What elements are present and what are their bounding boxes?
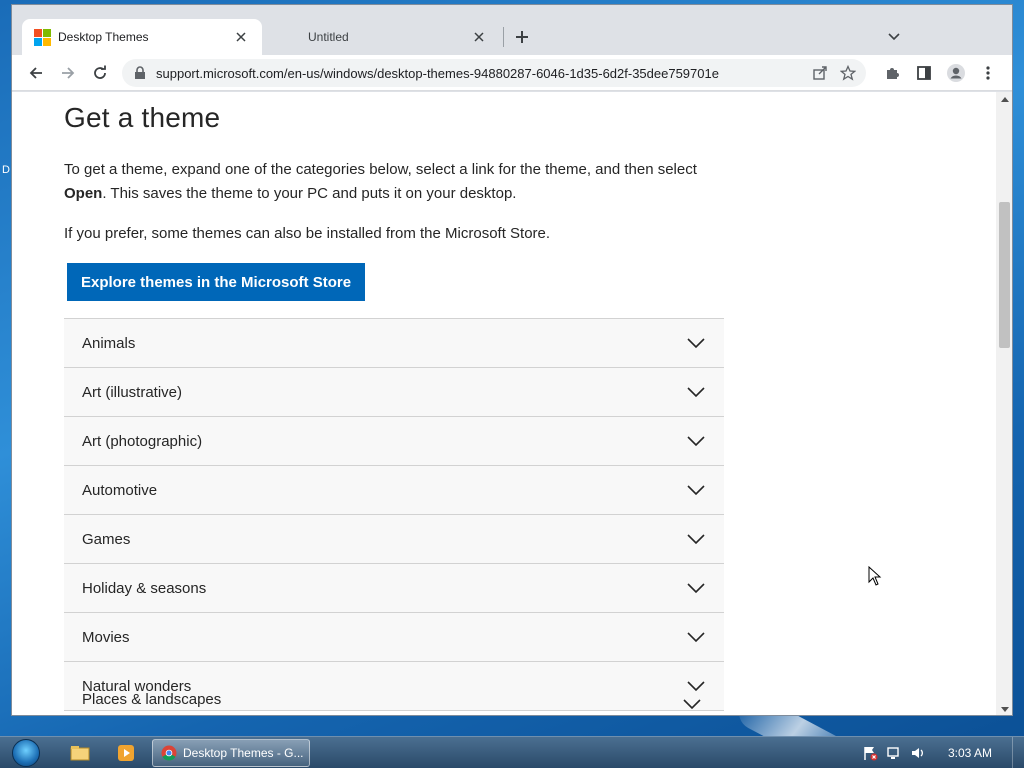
category-label: Animals [82,334,136,352]
mouse-cursor-icon [868,566,882,586]
category-label: Art (photographic) [82,432,203,450]
category-label: Art (illustrative) [82,383,183,401]
extensions-button[interactable] [878,59,906,87]
category-label-overlap[interactable]: Places & landscapes [82,691,221,708]
triangle-up-icon [1000,96,1009,102]
page-viewport: Get a theme To get a theme, expand one o… [12,92,996,715]
chevron-down-icon [687,436,705,447]
volume-icon[interactable] [910,745,926,761]
plus-icon [516,31,528,43]
tab-close-button[interactable] [470,28,488,46]
intro-bold-open: Open [64,185,103,202]
network-icon[interactable] [886,745,902,761]
share-button[interactable] [806,59,834,87]
category-row[interactable]: Automotive [64,466,724,515]
back-button[interactable] [22,59,50,87]
reload-icon [94,65,106,79]
bookmark-button[interactable] [834,59,862,87]
theme-categories: Animals Art (illustrative) Art (photograph… [64,318,724,711]
close-icon [236,32,246,42]
side-panel-button[interactable] [910,59,938,87]
category-row[interactable]: Animals [64,319,724,368]
scroll-down-button[interactable] [996,702,1012,715]
category-label: Automotive [82,481,158,499]
close-icon [474,32,484,42]
media-player-pinned-button[interactable] [106,740,146,766]
menu-button[interactable] [974,59,1002,87]
page-scrollbar[interactable] [996,92,1012,715]
intro-text: To get a theme, expand one of the catego… [64,161,697,178]
windows-orb-icon [12,739,40,767]
browser-toolbar: support.microsoft.com/en-us/windows/desk… [12,55,1012,91]
task-title: Desktop Themes - G... [183,746,304,760]
address-bar[interactable]: support.microsoft.com/en-us/windows/desk… [122,59,866,87]
kebab-menu-icon [986,66,990,80]
category-row[interactable]: Art (illustrative) [64,368,724,417]
start-button[interactable] [6,737,46,768]
tab-untitled[interactable]: Untitled [270,19,500,55]
reload-button[interactable] [86,59,114,87]
tab-close-button[interactable] [232,28,250,46]
avatar-icon [947,64,965,82]
profile-button[interactable] [942,59,970,87]
tab-strip: Desktop Themes Untitled [12,5,1012,55]
triangle-down-icon [1000,706,1009,712]
taskbar: Desktop Themes - G... 3:03 AM [0,736,1024,768]
category-label: Holiday & seasons [82,579,207,597]
category-label: Games [82,530,131,548]
tab-title: Desktop Themes [58,30,149,44]
desktop-icon-label-fragment: D [2,164,10,176]
category-row[interactable]: Games [64,515,724,564]
lock-icon [134,66,148,80]
scrollbar-thumb[interactable] [999,202,1010,348]
category-row[interactable]: Art (photographic) [64,417,724,466]
side-panel-icon [917,66,931,80]
category-row[interactable]: Holiday & seasons [64,564,724,613]
tab-separator [503,27,504,47]
explore-store-button[interactable]: Explore themes in the Microsoft Store [67,263,366,301]
action-center-flag-icon[interactable] [862,745,878,761]
category-label: Movies [82,628,130,646]
chevron-down-icon [687,632,705,643]
tab-desktop-themes[interactable]: Desktop Themes [22,19,262,55]
chevron-down-icon [683,699,701,710]
chevron-down-icon [888,33,900,41]
microsoft-logo-icon [34,29,51,46]
category-row[interactable]: Movies [64,613,724,662]
chevron-down-icon [687,583,705,594]
chevron-down-icon [687,534,705,545]
folder-icon [70,746,90,761]
taskbar-clock[interactable]: 3:03 AM [948,746,992,760]
puzzle-icon [887,68,899,79]
page-heading: Get a theme [64,102,221,133]
arrow-left-icon [29,67,42,79]
url-text: support.microsoft.com/en-us/windows/desk… [156,65,719,81]
show-desktop-button[interactable] [1012,737,1024,768]
tab-title: Untitled [308,30,349,44]
chevron-down-icon [687,681,705,692]
forward-button[interactable] [54,59,82,87]
media-player-icon [118,745,134,761]
star-icon [840,65,856,81]
intro-text-end: . This saves the theme to your PC and pu… [102,185,517,202]
taskbar-chrome-task[interactable]: Desktop Themes - G... [152,739,310,767]
share-icon [813,66,827,80]
tab-search-button[interactable] [884,27,904,47]
explorer-pinned-button[interactable] [60,740,100,766]
scroll-up-button[interactable] [996,92,1012,106]
chevron-down-icon [687,338,705,349]
arrow-right-icon [62,67,75,79]
store-note: If you prefer, some themes can also be i… [64,225,551,242]
system-tray [862,737,926,768]
chrome-icon [161,745,177,761]
browser-window: Desktop Themes Untitled support.microsof… [11,4,1013,716]
chevron-down-icon [687,485,705,496]
new-tab-button[interactable] [510,25,534,49]
chevron-down-icon [687,387,705,398]
intro-paragraph: To get a theme, expand one of the catego… [64,158,724,206]
